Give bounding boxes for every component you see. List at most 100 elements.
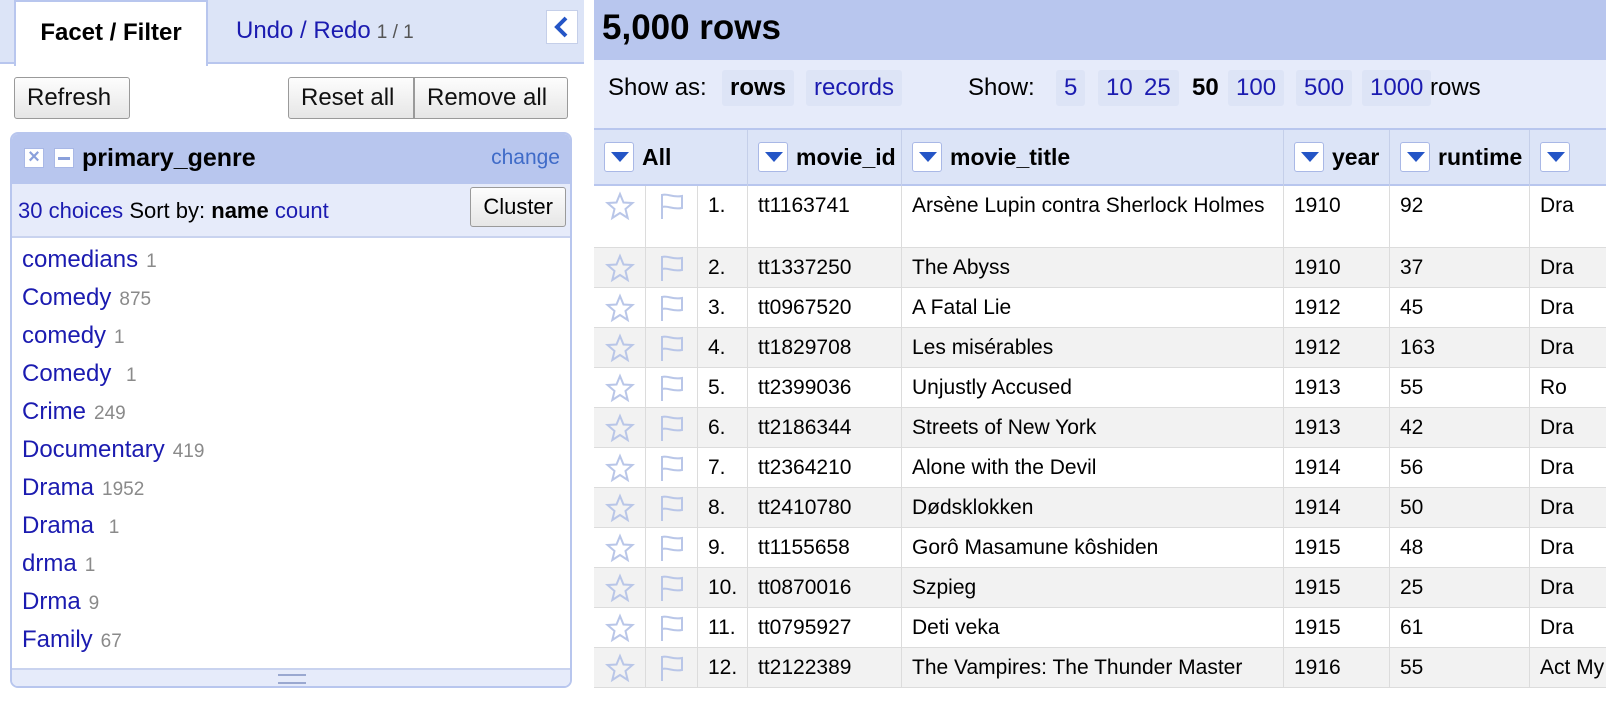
page-size-10[interactable]: 10 (1098, 70, 1141, 106)
flag-icon[interactable] (646, 408, 698, 447)
facet-choice-name[interactable]: Comedy (22, 284, 111, 311)
table-row: 12. tt2122389 The Vampires: The Thunder Ma… (594, 648, 1606, 688)
column-header-All: All (594, 130, 748, 186)
minimize-icon[interactable] (54, 148, 74, 168)
star-icon-graphic (604, 293, 635, 323)
cell-genre: Dra (1530, 528, 1606, 567)
star-icon[interactable] (594, 248, 646, 287)
show-as-rows[interactable]: rows (722, 70, 795, 106)
flag-icon[interactable] (646, 608, 698, 647)
flag-icon[interactable] (646, 328, 698, 367)
tab-undo-redo[interactable]: Undo / Redo 1 / 1 (236, 0, 414, 64)
star-icon[interactable] (594, 568, 646, 607)
flag-icon[interactable] (646, 368, 698, 407)
star-icon[interactable] (594, 186, 646, 247)
collapse-panel-button[interactable] (546, 10, 578, 44)
cell-movie-title: The Vampires: The Thunder Master (902, 648, 1284, 687)
chevron-left-icon (554, 16, 568, 38)
flag-icon[interactable] (646, 288, 698, 327)
star-icon[interactable] (594, 448, 646, 487)
sort-by-count-link[interactable]: count (275, 198, 329, 223)
cell-movie-title: Alone with the Devil (902, 448, 1284, 487)
dropdown-icon[interactable] (758, 142, 788, 172)
row-index: 3. (698, 288, 748, 327)
facet-choice: comedians 1 (12, 240, 570, 278)
facet-resize-handle[interactable] (12, 668, 570, 686)
star-icon[interactable] (594, 368, 646, 407)
star-icon-graphic (604, 333, 635, 363)
cell-movie-id: tt0967520 (748, 288, 902, 327)
show-as-records[interactable]: records (806, 70, 903, 106)
page-size-50[interactable]: 50 (1184, 70, 1227, 106)
page-size-5[interactable]: 5 (1056, 70, 1086, 106)
cell-movie-id: tt2186344 (748, 408, 902, 447)
row-index: 4. (698, 328, 748, 367)
dropdown-icon[interactable] (912, 142, 942, 172)
data-panel: 5,000 rows Show as: rows records Show: 5… (584, 0, 1606, 710)
facet-choice-name[interactable]: Drama (22, 474, 94, 501)
facet-change-link[interactable]: change (491, 146, 560, 170)
star-icon[interactable] (594, 608, 646, 647)
refresh-button[interactable]: Refresh (14, 77, 130, 119)
facet-choice-name[interactable]: comedians (22, 246, 138, 273)
facet-choice-name[interactable]: Crime (22, 398, 86, 425)
table-row: 1. tt1163741 Arsène Lupin contra Sherlock … (594, 186, 1606, 248)
facet-choice-name[interactable]: Comedy (22, 360, 118, 387)
flag-icon[interactable] (646, 488, 698, 527)
cell-movie-id: tt2410780 (748, 488, 902, 527)
flag-icon[interactable] (646, 648, 698, 687)
sort-by-name[interactable]: name (211, 198, 268, 223)
cell-year: 1914 (1284, 488, 1390, 527)
dropdown-icon[interactable] (1400, 142, 1430, 172)
facet-choice-count: 67 (100, 631, 122, 652)
facet-choice-name[interactable]: comedy (22, 322, 106, 349)
flag-icon[interactable] (646, 448, 698, 487)
flag-icon[interactable] (646, 568, 698, 607)
page-size-1000[interactable]: 1000 (1362, 70, 1432, 106)
facet-choice-name[interactable]: Documentary (22, 436, 165, 463)
facet-choice-name[interactable]: drma (22, 550, 77, 577)
star-icon[interactable] (594, 648, 646, 687)
table-header: All movie_id movie_title year runtime (594, 128, 1606, 186)
table-row: 6. tt2186344 Streets of New York 1913 42 Dra (594, 408, 1606, 448)
star-icon[interactable] (594, 328, 646, 367)
flag-icon-graphic (660, 415, 683, 441)
dropdown-icon[interactable] (604, 142, 634, 172)
page-size-100[interactable]: 100 (1228, 70, 1285, 106)
cell-movie-id: tt1829708 (748, 328, 902, 367)
cluster-button[interactable]: Cluster (470, 187, 566, 227)
dropdown-icon[interactable] (1294, 142, 1324, 172)
star-icon[interactable] (594, 488, 646, 527)
facet-choice-name[interactable]: Drma (22, 588, 81, 615)
cell-movie-title: Les misérables (902, 328, 1284, 367)
cell-movie-id: tt1337250 (748, 248, 902, 287)
close-icon[interactable]: × (24, 147, 44, 168)
tab-facet-filter[interactable]: Facet / Filter (14, 0, 208, 66)
row-index: 5. (698, 368, 748, 407)
flag-icon[interactable] (646, 186, 698, 247)
flag-icon[interactable] (646, 528, 698, 567)
facet-summary: 30 choices Sort by: name count (18, 198, 329, 224)
cell-movie-title: Szpieg (902, 568, 1284, 607)
star-icon-graphic (604, 413, 635, 443)
choices-count-link[interactable]: 30 choices (18, 198, 123, 223)
facet-choice-name[interactable]: Drama (22, 512, 101, 539)
cell-genre: Dra (1530, 448, 1606, 487)
star-icon[interactable] (594, 528, 646, 567)
dropdown-icon[interactable] (1540, 142, 1570, 172)
cell-year: 1910 (1284, 186, 1390, 247)
page-size-500[interactable]: 500 (1296, 70, 1353, 106)
reset-all-button[interactable]: Reset all (288, 77, 414, 119)
star-icon-graphic (604, 373, 635, 403)
cell-runtime: 55 (1390, 368, 1530, 407)
star-icon[interactable] (594, 288, 646, 327)
flag-icon-graphic (660, 495, 683, 521)
page-size-25[interactable]: 25 (1136, 70, 1179, 106)
star-icon[interactable] (594, 408, 646, 447)
flag-icon[interactable] (646, 248, 698, 287)
cell-movie-id: tt2122389 (748, 648, 902, 687)
cell-runtime: 92 (1390, 186, 1530, 247)
column-header-label: movie_title (950, 144, 1071, 170)
facet-choice-name[interactable]: Family (22, 626, 93, 653)
remove-all-button[interactable]: Remove all (414, 77, 568, 119)
